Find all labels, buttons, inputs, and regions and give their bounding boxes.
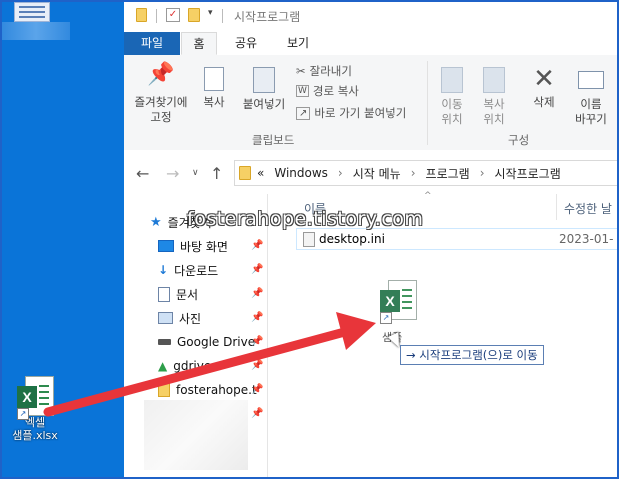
red-arrow-annotation: [43, 312, 376, 417]
watermark-text: fosterahope.tistory.com: [187, 208, 424, 230]
arrow-head: [336, 312, 376, 350]
arrow-shaft: [43, 325, 357, 417]
